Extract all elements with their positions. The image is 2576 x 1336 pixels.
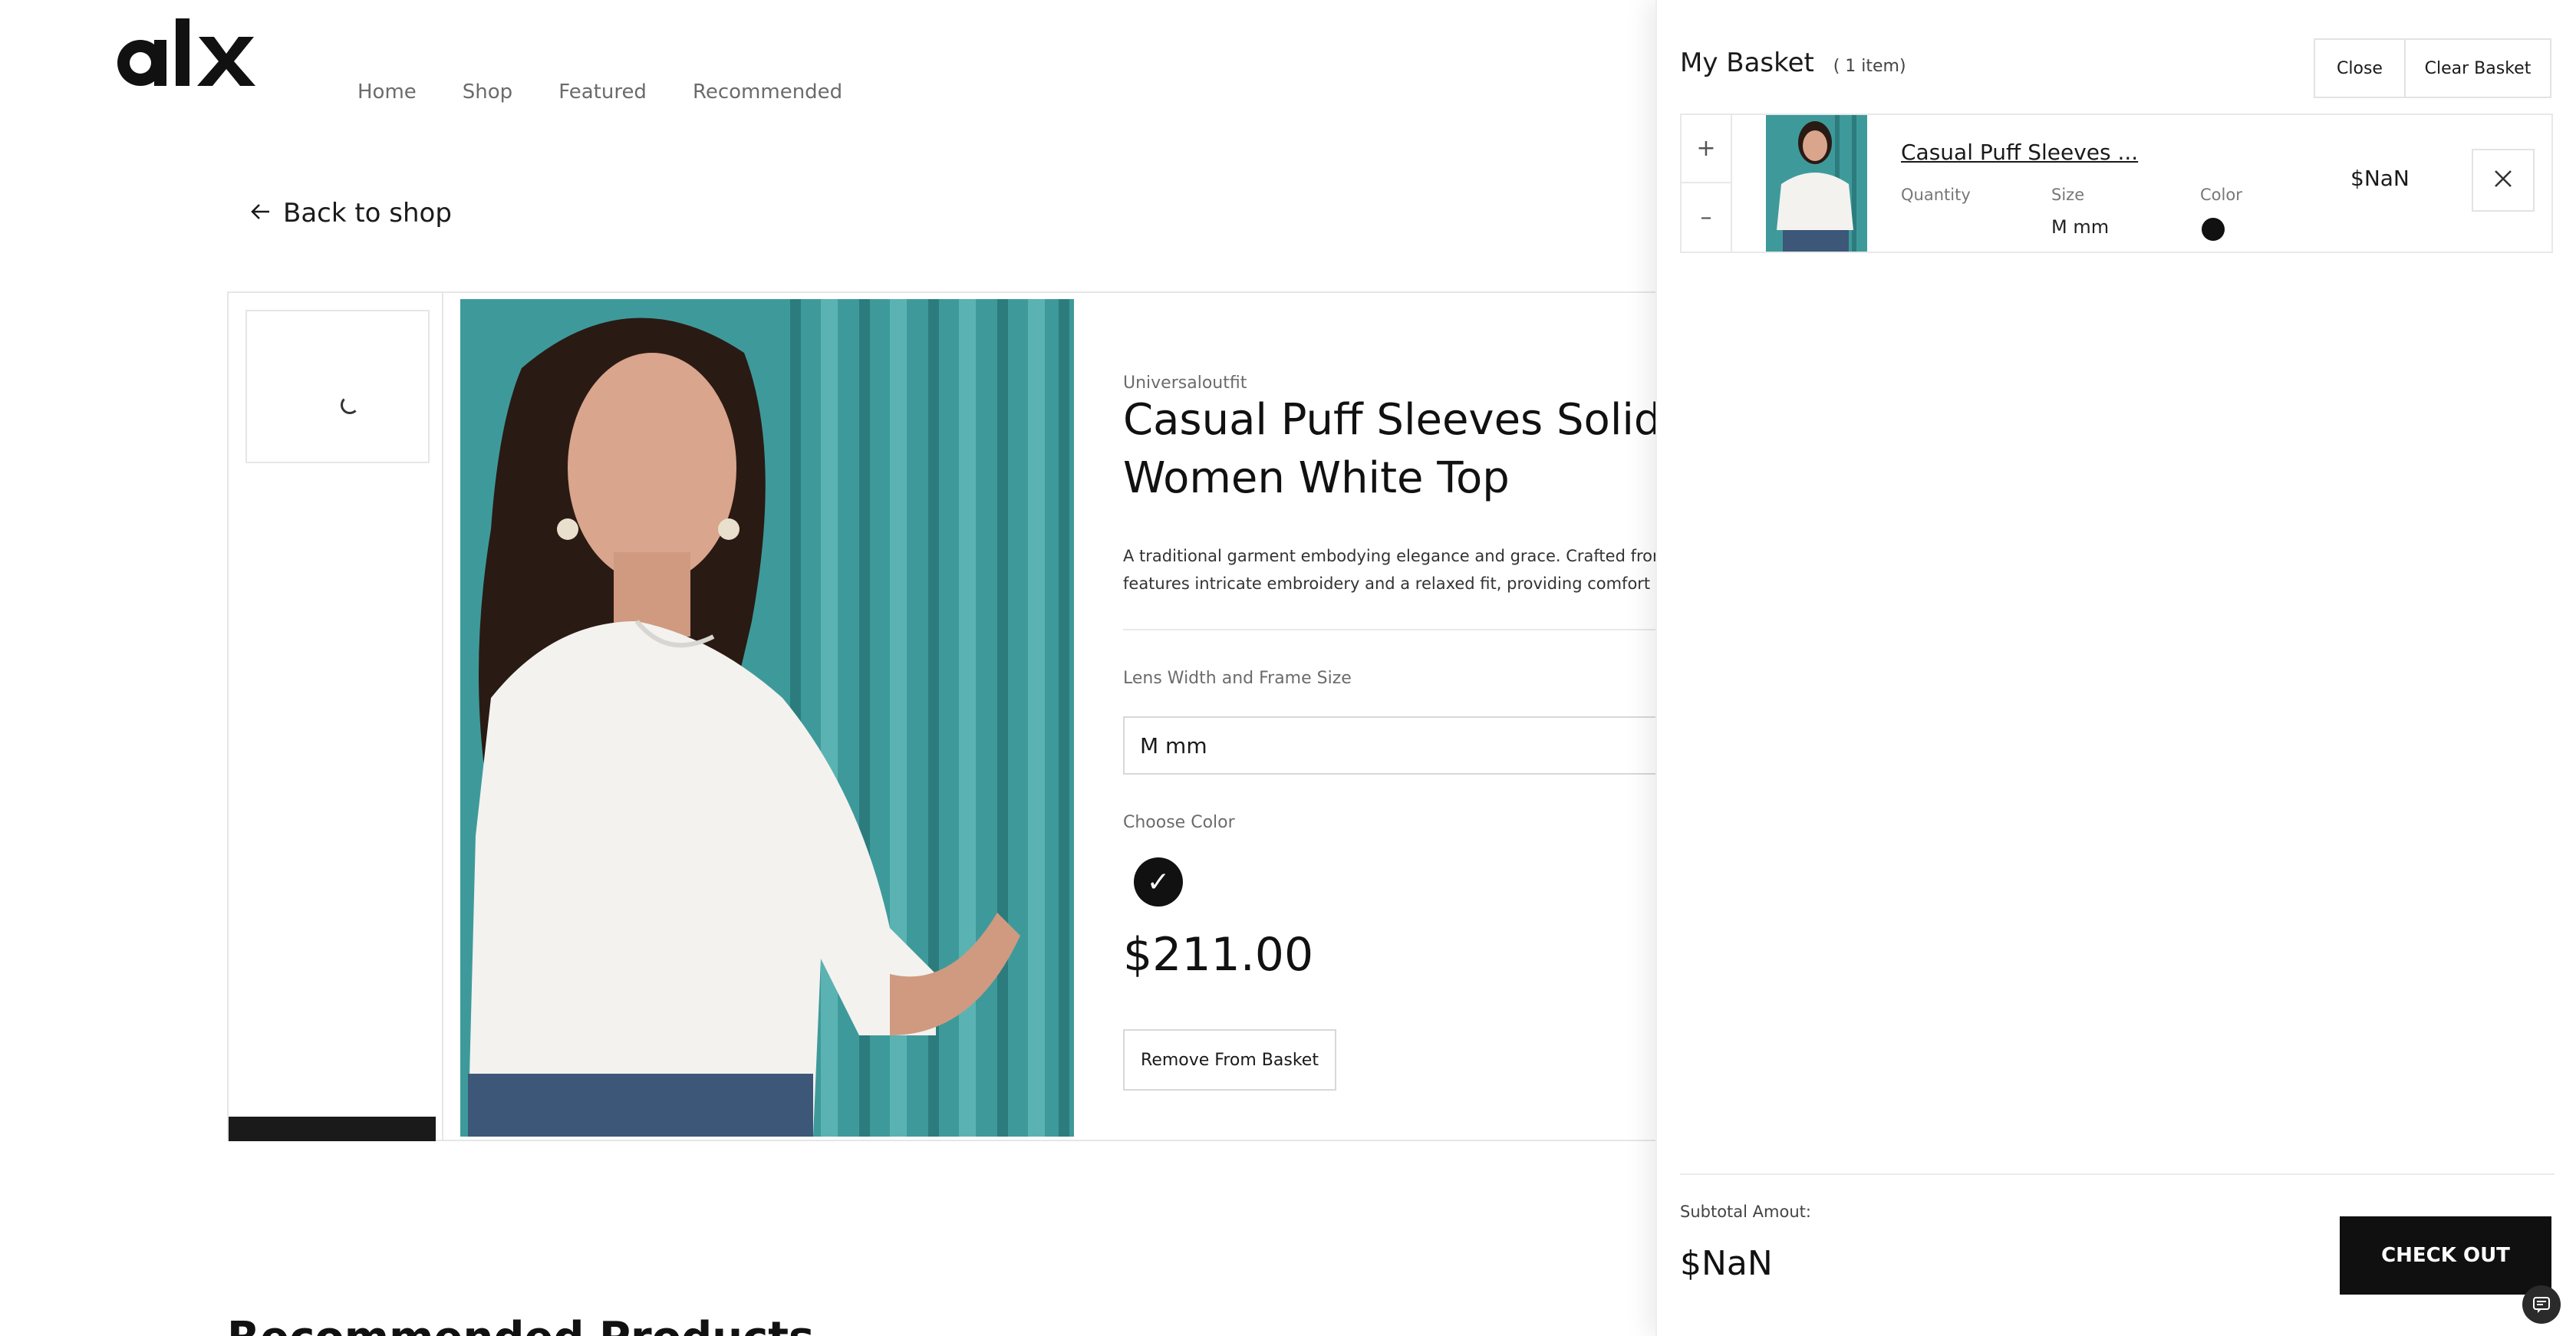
basket-item-price: $NaN — [2350, 166, 2410, 191]
size-value: M mm — [2051, 216, 2110, 238]
basket-item-name[interactable]: Casual Puff Sleeves ... — [1901, 140, 2138, 165]
close-basket-button[interactable]: Close — [2314, 38, 2406, 98]
product-brand: Universaloutfit — [1123, 373, 1247, 393]
product-price: $211.00 — [1123, 928, 1314, 982]
main-nav: Home Shop Featured Recommended — [357, 77, 888, 107]
thumbnail-scroll-bar — [229, 1117, 436, 1141]
color-swatch-black[interactable]: ✓ — [1134, 857, 1183, 907]
size-label: Size — [2051, 186, 2085, 204]
product-page: Home Shop Featured Recommended Back to s… — [0, 0, 2576, 1336]
product-card: Universaloutfit Casual Puff Sleeves Soli… — [227, 291, 1691, 1141]
subtotal-value: $NaN — [1680, 1244, 1773, 1283]
product-description: A traditional garment embodying elegance… — [1123, 542, 1706, 597]
thumbnail-column — [229, 293, 443, 1141]
color-label: Color — [2200, 186, 2242, 204]
back-to-shop-label: Back to shop — [283, 198, 452, 229]
basket-item-image — [1766, 115, 1867, 252]
basket-item: + – Casual Puff Sleeves ... Quantity Siz… — [1680, 114, 2553, 253]
checkout-button[interactable]: CHECK OUT — [2340, 1216, 2551, 1295]
product-main-image — [460, 299, 1074, 1137]
clear-basket-button[interactable]: Clear Basket — [2406, 38, 2551, 98]
nav-shop[interactable]: Shop — [463, 77, 512, 107]
footer-divider — [1680, 1173, 2555, 1175]
nav-recommended[interactable]: Recommended — [693, 77, 842, 107]
subtotal-label: Subtotal Amout: — [1680, 1203, 1811, 1221]
logo-graphic — [117, 18, 255, 86]
size-select[interactable]: M mm — [1123, 716, 1691, 775]
remove-from-basket-button[interactable]: Remove From Basket — [1123, 1029, 1336, 1091]
recommended-heading: Recommended Products — [227, 1313, 814, 1336]
product-info: Universaloutfit Casual Puff Sleeves Soli… — [1123, 293, 1691, 1140]
arrow-left-icon — [249, 200, 272, 226]
product-title: Casual Puff Sleeves Solid Women White To… — [1123, 395, 1662, 503]
basket-header: My Basket ( 1 item) — [1680, 48, 1906, 78]
basket-panel: My Basket ( 1 item) Close Clear Basket +… — [1655, 0, 2576, 1336]
size-label: Lens Width and Frame Size — [1123, 669, 1352, 688]
nav-featured[interactable]: Featured — [558, 77, 647, 107]
item-color-dot — [2202, 218, 2225, 241]
nav-home[interactable]: Home — [357, 77, 417, 107]
size-select-value: M mm — [1140, 732, 1207, 758]
decrease-quantity-button[interactable]: – — [1682, 183, 1731, 252]
basket-item-photo — [1766, 115, 1867, 252]
basket-item-count: ( 1 item) — [1833, 57, 1906, 76]
quantity-controls: + – — [1682, 115, 1732, 252]
remove-item-button[interactable] — [2472, 149, 2535, 212]
description-line-1: A traditional garment embodying elegance… — [1123, 547, 1679, 565]
alx-logo[interactable] — [111, 15, 265, 100]
chat-widget-icon[interactable] — [2522, 1285, 2561, 1324]
thumbnail-placeholder[interactable] — [245, 310, 430, 463]
quantity-label: Quantity — [1901, 186, 1971, 204]
increase-quantity-button[interactable]: + — [1682, 115, 1731, 183]
color-label: Choose Color — [1123, 813, 1235, 832]
info-divider — [1123, 629, 1691, 630]
check-icon: ✓ — [1146, 866, 1171, 898]
loading-spinner-icon — [341, 396, 359, 414]
product-photo — [460, 299, 1074, 1137]
basket-title: My Basket — [1680, 48, 1814, 78]
close-icon — [2493, 169, 2513, 192]
back-to-shop-link[interactable]: Back to shop — [249, 198, 452, 229]
description-line-2: features intricate embroidery and a rela… — [1123, 574, 1686, 593]
